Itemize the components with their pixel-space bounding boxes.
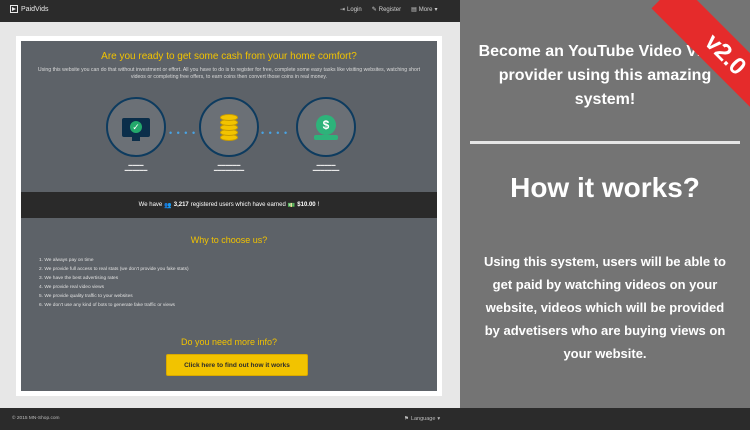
dots-connector: • • • • xyxy=(169,128,197,138)
language-label: Language xyxy=(410,416,436,422)
more-icon: ▤ xyxy=(411,7,417,13)
earn-coins-step-icon xyxy=(199,97,259,157)
chevron-down-icon: ▾ xyxy=(434,7,438,13)
content-panel: Are you ready to get some cash from your… xyxy=(21,41,437,391)
language-selector[interactable]: ⚑ Language ▾ xyxy=(404,416,440,422)
more-label: More xyxy=(418,6,433,13)
chevron-down-icon: ▾ xyxy=(437,416,441,422)
version-label: v2.0 xyxy=(651,0,750,129)
site-screenshot: Are you ready to get some cash from your… xyxy=(0,0,460,430)
language-icon: ⚑ xyxy=(404,416,409,422)
list-item: 1. We always pay on time xyxy=(39,258,94,263)
list-item: 4. We provide real video views xyxy=(39,285,104,290)
step-caption: ▬▬▬▬ ▬▬▬▬▬▬ xyxy=(124,163,148,172)
coins-icon xyxy=(216,112,242,142)
stats-text-before: We have xyxy=(138,202,163,208)
hero-text: Using this website you can do that witho… xyxy=(37,67,421,80)
stats-earned-amount: $10.00 xyxy=(297,202,316,208)
stats-text-middle: registered users which have earned xyxy=(190,202,286,208)
stats-bar: We have 👥 3,217 registered users which h… xyxy=(21,192,437,218)
more-dropdown[interactable]: ▤ More ▾ xyxy=(411,6,438,14)
register-step-icon: ✓ xyxy=(106,97,166,157)
promo-divider xyxy=(470,141,740,144)
copyright: © 2015 MN-Shop.com xyxy=(12,416,60,421)
money-bag-icon: $ xyxy=(313,113,339,141)
list-item: 5. We provide quality traffic to your we… xyxy=(39,294,133,299)
money-icon: 💵 xyxy=(287,202,296,209)
stats-text-after: ! xyxy=(317,202,320,208)
register-label: Register xyxy=(378,6,402,13)
promo-how-title: How it works? xyxy=(510,172,700,203)
get-paid-step-icon: $ xyxy=(296,97,356,157)
dots-connector: • • • • xyxy=(261,128,289,138)
more-info-title: Do you need more info? xyxy=(180,337,278,347)
footer: © 2015 MN-Shop.com ⚑ Language ▾ xyxy=(0,408,750,430)
hero-title: Are you ready to get some cash from your… xyxy=(101,51,357,62)
monitor-check-icon: ✓ xyxy=(122,117,150,141)
step-caption: ▬▬▬▬▬▬ ▬▬▬▬▬▬▬▬ xyxy=(213,163,245,172)
brand-name: PaidVids xyxy=(21,5,49,13)
list-item: 3. We have the best advertising rates xyxy=(39,276,119,281)
version-ribbon: v2.0 xyxy=(620,0,750,130)
nav-links: ⇥ Login ✎ Register ▤ More ▾ xyxy=(340,6,438,14)
login-icon: ⇥ xyxy=(340,7,346,13)
list-item: 2. We provide full access to real stats … xyxy=(39,267,189,272)
register-link[interactable]: ✎ Register xyxy=(371,6,402,14)
brand[interactable]: PaidVids xyxy=(10,5,49,13)
play-logo-icon xyxy=(10,5,18,13)
why-title: Why to choose us? xyxy=(190,235,268,245)
how-it-works-steps: ✓ • • • • • • • • $ ▬▬▬▬ ▬▬▬▬▬▬ ▬▬▬▬▬▬ ▬… xyxy=(21,97,437,192)
why-list: 1. We always pay on time 2. We provide f… xyxy=(39,256,419,310)
promo-body: Using this system, users will be able to… xyxy=(483,254,727,361)
register-icon: ✎ xyxy=(371,7,377,13)
login-link[interactable]: ⇥ Login xyxy=(340,6,362,14)
login-label: Login xyxy=(347,6,362,13)
users-icon: 👥 xyxy=(164,202,172,209)
list-item: 6. We don't use any kind of bots to gene… xyxy=(39,303,175,308)
how-it-works-button[interactable]: Click here to find out how it works xyxy=(166,354,308,376)
step-caption: ▬▬▬▬▬ ▬▬▬▬▬▬▬ xyxy=(312,163,340,172)
content-card: Are you ready to get some cash from your… xyxy=(16,36,442,396)
stats-users-count: 3,217 xyxy=(173,202,189,208)
